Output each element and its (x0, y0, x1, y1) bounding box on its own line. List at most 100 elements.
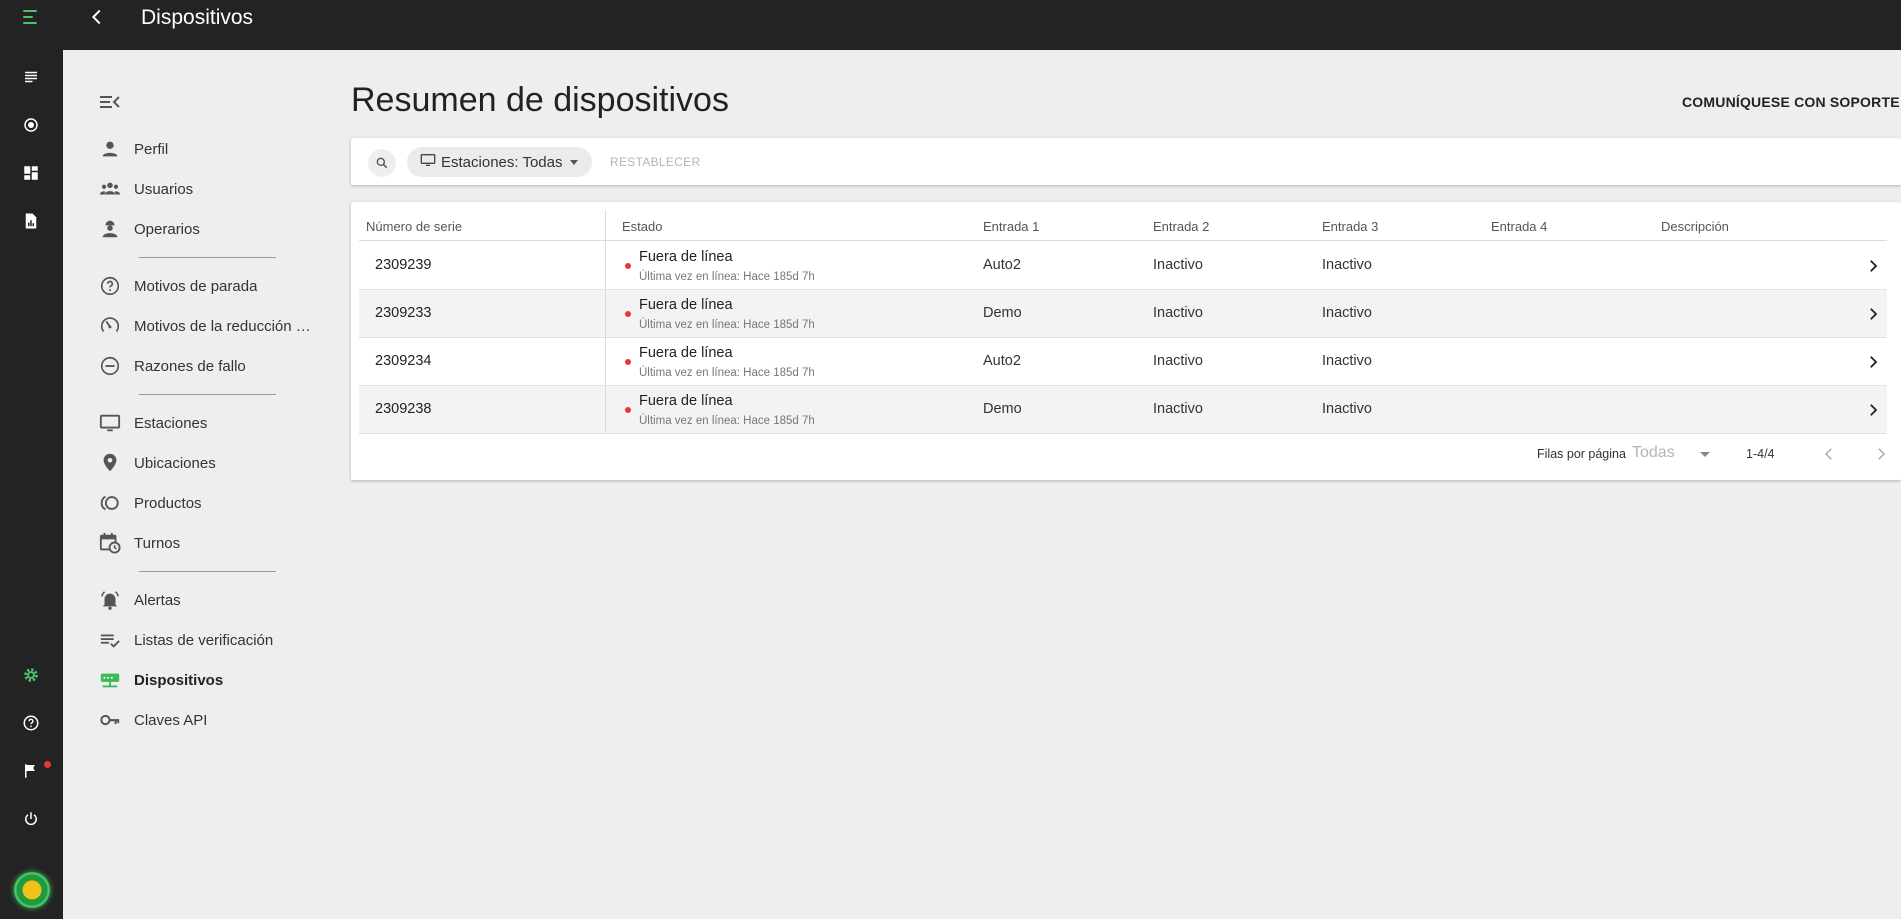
column-header[interactable]: Descripción (1661, 219, 1729, 234)
flag-icon[interactable] (19, 759, 43, 783)
minus-circle-icon (98, 354, 122, 378)
sidebar-item-dispositivos[interactable]: Dispositivos (98, 666, 328, 694)
input-3-value: Inactivo (1322, 305, 1372, 321)
sidebar-item-label: Operarios (134, 220, 200, 238)
bell-icon (98, 588, 122, 612)
input-3-value: Inactivo (1322, 353, 1372, 369)
back-icon[interactable] (86, 6, 108, 28)
sidebar-divider (139, 394, 276, 395)
devices-table: Número de serie Estado Entrada 1 Entrada… (351, 202, 1901, 480)
next-page-button[interactable] (1869, 442, 1893, 466)
sidebar-item-listas-verificacion[interactable]: Listas de verificación (98, 626, 328, 654)
sidebar-item-label: Razones de fallo (134, 357, 246, 375)
collapse-menu-icon[interactable] (99, 92, 121, 112)
column-header[interactable]: Estado (622, 219, 662, 234)
sidebar-divider (139, 571, 276, 572)
record-icon[interactable] (19, 113, 43, 137)
column-header[interactable]: Número de serie (366, 219, 462, 234)
list-icon[interactable] (19, 65, 43, 89)
avatar[interactable] (14, 872, 50, 908)
input-1-value: Auto2 (983, 257, 1021, 273)
sidebar-item-operarios[interactable]: Operarios (98, 215, 328, 243)
column-header[interactable]: Entrada 3 (1322, 219, 1378, 234)
sidebar-item-label: Alertas (134, 591, 181, 609)
input-3-value: Inactivo (1322, 401, 1372, 417)
device-icon (98, 668, 122, 692)
sidebar-item-motivos-parada[interactable]: Motivos de parada (98, 272, 328, 300)
table-row[interactable]: 2309238 Fuera de línea Última vez en lín… (359, 386, 1887, 434)
rows-per-page-label: Filas por página (1537, 447, 1626, 461)
input-2-value: Inactivo (1153, 353, 1203, 369)
sidebar-item-label: Motivos de parada (134, 277, 258, 295)
status-text: Fuera de línea (639, 297, 733, 313)
sidebar-item-label: Perfil (134, 140, 169, 158)
sidebar-item-motivos-reduccion[interactable]: Motivos de la reducción de velocidad (98, 312, 328, 340)
serial-number: 2309233 (375, 305, 432, 321)
status-dot (625, 263, 631, 269)
chevron-right-icon[interactable] (1863, 352, 1883, 372)
calendar-clock-icon (98, 531, 122, 555)
sidebar-divider (139, 257, 276, 258)
location-icon (98, 451, 122, 475)
sidebar-item-label: Dispositivos (134, 671, 224, 689)
person-icon (98, 137, 122, 161)
icon-rail (0, 50, 63, 919)
stations-filter-chip[interactable]: Estaciones: Todas (407, 147, 593, 177)
chevron-right-icon[interactable] (1863, 400, 1883, 420)
status-dot (625, 359, 631, 365)
group-icon (98, 177, 122, 201)
input-3-value: Inactivo (1322, 257, 1372, 273)
operator-icon (98, 217, 122, 241)
notification-dot (44, 761, 51, 768)
rows-per-page-select[interactable]: Todas (1632, 443, 1714, 465)
sidebar-item-claves-api[interactable]: Claves API (98, 706, 328, 734)
input-1-value: Demo (983, 305, 1022, 321)
last-seen-text: Última vez en línea: Hace 185d 7h (639, 367, 815, 379)
sidebar-item-perfil[interactable]: Perfil (98, 135, 328, 163)
search-icon[interactable] (368, 149, 396, 177)
chevron-right-icon[interactable] (1863, 256, 1883, 276)
status-dot (625, 311, 631, 317)
stations-filter-label: Estaciones: Todas (441, 153, 563, 171)
input-1-value: Demo (983, 401, 1022, 417)
speed-icon (98, 314, 122, 338)
contact-support-button[interactable]: COMUNÍQUESE CON SOPORTE (1682, 94, 1900, 110)
sidebar-item-estaciones[interactable]: Estaciones (98, 409, 328, 437)
gear-icon[interactable] (19, 663, 43, 687)
sidebar-item-label: Claves API (134, 711, 208, 729)
table-row[interactable]: 2309239 Fuera de línea Última vez en lín… (359, 242, 1887, 290)
input-2-value: Inactivo (1153, 257, 1203, 273)
dashboard-icon[interactable] (19, 161, 43, 185)
status-text: Fuera de línea (639, 393, 733, 409)
menu-icon[interactable] (18, 7, 44, 29)
report-icon[interactable] (19, 209, 43, 233)
chevron-right-icon[interactable] (1863, 304, 1883, 324)
sidebar-item-ubicaciones[interactable]: Ubicaciones (98, 449, 328, 477)
help-icon[interactable] (19, 711, 43, 735)
column-header[interactable]: Entrada 4 (1491, 219, 1547, 234)
top-bar: Dispositivos (0, 0, 1901, 50)
column-header[interactable]: Entrada 2 (1153, 219, 1209, 234)
chevron-down-icon (1700, 452, 1710, 457)
table-row[interactable]: 2309233 Fuera de línea Última vez en lín… (359, 290, 1887, 338)
column-header[interactable]: Entrada 1 (983, 219, 1039, 234)
sidebar-item-label: Turnos (134, 534, 181, 552)
sidebar-item-label: Ubicaciones (134, 454, 216, 472)
reset-button[interactable]: RESTABLECER (610, 155, 700, 169)
sidebar-item-alertas[interactable]: Alertas (98, 586, 328, 614)
table-row[interactable]: 2309234 Fuera de línea Última vez en lín… (359, 338, 1887, 386)
previous-page-button[interactable] (1817, 442, 1841, 466)
last-seen-text: Última vez en línea: Hace 185d 7h (639, 415, 815, 427)
sidebar-item-razones-fallo[interactable]: Razones de fallo (98, 352, 328, 380)
status-text: Fuera de línea (639, 345, 733, 361)
chevron-down-icon (570, 159, 579, 165)
sidebar-item-turnos[interactable]: Turnos (98, 529, 328, 557)
page-title: Resumen de dispositivos (351, 81, 729, 119)
input-2-value: Inactivo (1153, 401, 1203, 417)
power-icon[interactable] (19, 807, 43, 831)
rows-per-page-value: Todas (1632, 444, 1675, 461)
sidebar-item-usuarios[interactable]: Usuarios (98, 175, 328, 203)
product-icon (98, 491, 122, 515)
sidebar-item-label: Listas de verificación (134, 631, 274, 649)
sidebar-item-productos[interactable]: Productos (98, 489, 328, 517)
